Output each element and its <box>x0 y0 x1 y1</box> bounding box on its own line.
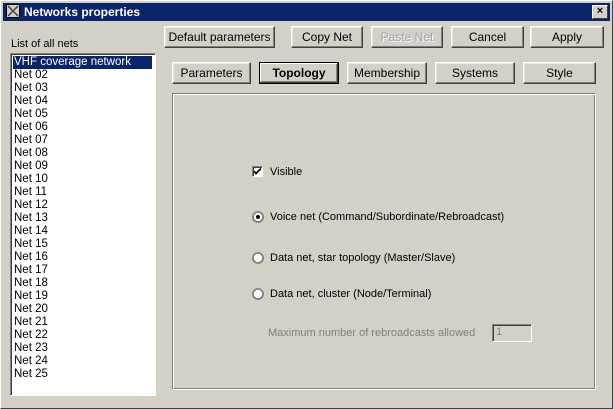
net-list-item[interactable]: Net 12 <box>14 199 48 212</box>
net-list-item[interactable]: Net 23 <box>14 342 48 355</box>
net-list-item[interactable]: Net 14 <box>14 225 48 238</box>
tab-membership[interactable]: Membership <box>347 62 427 84</box>
data-net-star-label[interactable]: Data net, star topology (Master/Slave) <box>270 252 455 264</box>
paste-net-button[interactable]: Paste Net <box>371 26 443 48</box>
close-button[interactable]: × <box>592 5 608 19</box>
net-list-item[interactable]: Net 05 <box>14 108 48 121</box>
net-list-item[interactable]: Net 03 <box>14 82 48 95</box>
window-title: Networks properties <box>24 5 141 19</box>
voice-net-radio[interactable] <box>252 211 264 223</box>
tab-topology[interactable]: Topology <box>259 62 339 84</box>
cancel-button[interactable]: Cancel <box>451 26 524 48</box>
net-list-item[interactable]: Net 07 <box>14 134 48 147</box>
visible-label[interactable]: Visible <box>270 166 302 178</box>
copy-net-button[interactable]: Copy Net <box>291 26 363 48</box>
net-list-item[interactable]: Net 18 <box>14 277 48 290</box>
net-list-label: List of all nets <box>11 38 79 50</box>
title-bar[interactable]: Networks properties × <box>3 3 610 21</box>
net-list-item[interactable]: Net 25 <box>14 368 48 381</box>
visible-checkbox[interactable] <box>252 166 263 177</box>
net-list-item[interactable]: Net 09 <box>14 160 48 173</box>
net-list-item[interactable]: Net 20 <box>14 303 48 316</box>
tab-parameters[interactable]: Parameters <box>172 62 251 84</box>
default-parameters-button[interactable]: Default parameters <box>164 26 275 48</box>
net-list-item[interactable]: Net 02 <box>14 69 48 82</box>
net-listbox[interactable]: VHF coverage network Net 02 Net 03 Net 04 Ne… <box>10 53 156 396</box>
net-list-item[interactable]: Net 13 <box>14 212 48 225</box>
voice-net-label[interactable]: Voice net (Command/Subordinate/Rebroadca… <box>270 211 504 223</box>
net-list-item[interactable]: Net 16 <box>14 251 48 264</box>
net-list-item[interactable]: Net 10 <box>14 173 48 186</box>
tab-systems[interactable]: Systems <box>435 62 515 84</box>
checkmark-icon <box>253 167 262 175</box>
net-list-item[interactable]: Net 24 <box>14 355 48 368</box>
topology-panel <box>172 93 596 390</box>
net-list-item[interactable]: VHF coverage network <box>13 56 152 69</box>
max-rebroadcasts-label: Maximum number of rebroadcasts allowed <box>268 327 476 339</box>
app-icon <box>6 4 20 18</box>
net-list-item[interactable]: Net 15 <box>14 238 48 251</box>
net-list-item[interactable]: Net 08 <box>14 147 48 160</box>
net-list-item[interactable]: Net 04 <box>14 95 48 108</box>
net-list-item[interactable]: Net 22 <box>14 329 48 342</box>
net-list-item[interactable]: Net 11 <box>14 186 47 199</box>
net-list-item[interactable]: Net 06 <box>14 121 48 134</box>
net-list-item[interactable]: Net 17 <box>14 264 48 277</box>
max-rebroadcasts-input[interactable]: 1 <box>492 324 532 342</box>
net-list-item[interactable]: Net 21 <box>14 316 48 329</box>
data-net-cluster-radio[interactable] <box>252 288 264 300</box>
data-net-star-radio[interactable] <box>252 252 264 264</box>
net-list-item[interactable]: Net 19 <box>14 290 48 303</box>
tab-style[interactable]: Style <box>523 62 596 84</box>
close-icon: × <box>596 5 604 17</box>
apply-button[interactable]: Apply <box>530 26 604 48</box>
data-net-cluster-label[interactable]: Data net, cluster (Node/Terminal) <box>270 288 431 300</box>
